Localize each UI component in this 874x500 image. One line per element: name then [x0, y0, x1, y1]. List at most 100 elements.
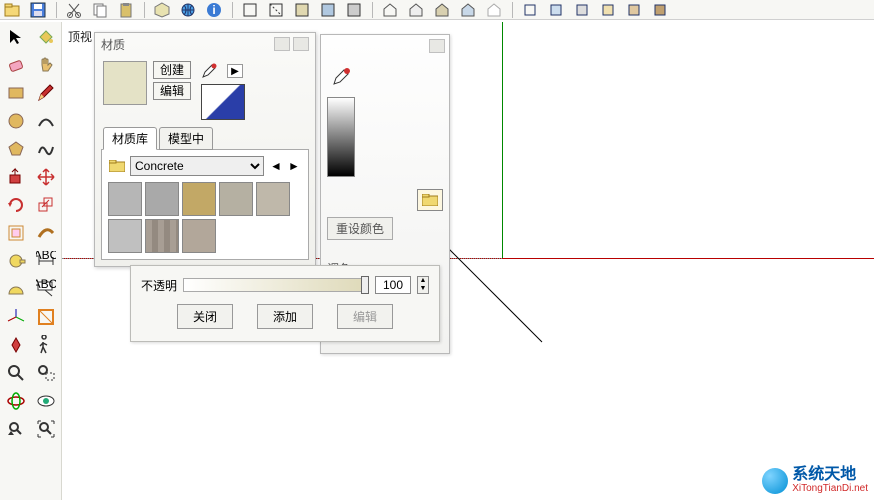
minimize-icon[interactable] — [274, 37, 290, 51]
arc-tool[interactable] — [32, 108, 60, 134]
svg-text:ABC: ABC — [36, 251, 56, 262]
move-tool[interactable] — [32, 164, 60, 190]
style3-icon[interactable] — [432, 1, 454, 19]
previous-tool[interactable] — [2, 416, 30, 442]
circle-tool[interactable] — [2, 108, 30, 134]
tab-library[interactable]: 材质库 — [103, 127, 157, 150]
tab-in-model[interactable]: 模型中 — [159, 127, 213, 150]
swatch-grid — [108, 182, 302, 253]
opacity-spinner[interactable]: ▲▼ — [417, 276, 429, 294]
offset-tool[interactable] — [2, 220, 30, 246]
eyedropper-icon[interactable] — [327, 63, 355, 91]
wire-icon[interactable] — [240, 1, 262, 19]
globe-icon[interactable] — [178, 1, 200, 19]
rectangle-tool[interactable] — [2, 80, 30, 106]
polygon-tool[interactable] — [2, 136, 30, 162]
view-label: 顶视 — [68, 28, 92, 45]
material-edit-card: 不透明 100 ▲▼ 关闭 添加 编辑 — [130, 265, 440, 342]
folder-icon[interactable] — [108, 158, 126, 174]
add-button[interactable]: 添加 — [257, 304, 313, 329]
style1-icon[interactable] — [380, 1, 402, 19]
cube5-icon[interactable] — [624, 1, 646, 19]
watermark-logo-icon — [762, 468, 788, 494]
info-icon[interactable]: i — [204, 1, 226, 19]
orbit-tool[interactable] — [2, 388, 30, 414]
nav-fwd-icon[interactable]: ► — [286, 158, 302, 174]
folder-icon[interactable] — [417, 189, 443, 211]
zoom-window-tool[interactable] — [32, 360, 60, 386]
select-tool[interactable] — [2, 24, 30, 50]
component-icon[interactable] — [152, 1, 174, 19]
freehand-tool[interactable] — [32, 136, 60, 162]
position-camera-tool[interactable] — [2, 332, 30, 358]
edit-button[interactable]: 编辑 — [153, 82, 191, 100]
pencil-tool[interactable] — [32, 80, 60, 106]
text-tool[interactable]: ABC — [32, 276, 60, 302]
reset-color-button[interactable]: 重设颜色 — [327, 217, 393, 240]
protractor-tool[interactable] — [2, 276, 30, 302]
look-tool[interactable] — [32, 388, 60, 414]
side-toolbox: ABC ABC — [0, 22, 62, 500]
swatch[interactable] — [256, 182, 290, 216]
hand-tool[interactable] — [32, 52, 60, 78]
cube1-icon[interactable] — [520, 1, 542, 19]
section-tool[interactable] — [32, 304, 60, 330]
save-icon[interactable] — [28, 1, 50, 19]
cube4-icon[interactable] — [598, 1, 620, 19]
dimension-tool[interactable]: ABC — [32, 248, 60, 274]
close-icon[interactable] — [429, 39, 445, 53]
paintbucket-tool[interactable] — [32, 24, 60, 50]
axes-tool[interactable] — [2, 304, 30, 330]
swatch[interactable] — [182, 219, 216, 253]
current-material-swatch[interactable] — [103, 61, 147, 105]
opacity-slider[interactable] — [183, 278, 369, 292]
cube6-icon[interactable] — [650, 1, 672, 19]
nav-back-icon[interactable]: ◄ — [268, 158, 284, 174]
style4-icon[interactable] — [458, 1, 480, 19]
walk-tool[interactable] — [32, 332, 60, 358]
swatch[interactable] — [145, 219, 179, 253]
scale-tool[interactable] — [32, 192, 60, 218]
mono-icon[interactable] — [344, 1, 366, 19]
cube2-icon[interactable] — [546, 1, 568, 19]
style5-icon[interactable] — [484, 1, 506, 19]
svg-text:ABC: ABC — [36, 279, 56, 291]
swatch[interactable] — [182, 182, 216, 216]
copy-icon[interactable] — [90, 1, 112, 19]
swatch[interactable] — [219, 182, 253, 216]
materials-panel: 材质 创建 编辑 ▶ 材质库 模型中 Concrete — [94, 32, 316, 267]
cut-icon[interactable] — [64, 1, 86, 19]
material-tabs: 材质库 模型中 — [95, 126, 315, 149]
swatch[interactable] — [145, 182, 179, 216]
value-gradient[interactable] — [327, 97, 355, 177]
create-button[interactable]: 创建 — [153, 61, 191, 79]
viewport[interactable]: 顶视 重设颜色 调色 材质 创建 编 — [62, 22, 874, 500]
zoom-tool[interactable] — [2, 360, 30, 386]
panel-title: 材质 — [101, 36, 125, 53]
eyedropper-icon[interactable] — [199, 61, 219, 81]
slider-thumb[interactable] — [361, 276, 369, 294]
tape-tool[interactable] — [2, 248, 30, 274]
shaded-icon[interactable] — [292, 1, 314, 19]
library-select[interactable]: Concrete — [130, 156, 264, 176]
cube3-icon[interactable] — [572, 1, 594, 19]
followme-tool[interactable] — [32, 220, 60, 246]
zoom-extents-tool[interactable] — [32, 416, 60, 442]
rotate-tool[interactable] — [2, 192, 30, 218]
opacity-label: 不透明 — [141, 277, 177, 294]
svg-text:i: i — [212, 3, 215, 17]
close-button[interactable]: 关闭 — [177, 304, 233, 329]
swatch[interactable] — [108, 182, 142, 216]
close-icon[interactable] — [293, 37, 309, 51]
style2-icon[interactable] — [406, 1, 428, 19]
swatch[interactable] — [108, 219, 142, 253]
paste-icon[interactable] — [116, 1, 138, 19]
eraser-tool[interactable] — [2, 52, 30, 78]
hidden-icon[interactable] — [266, 1, 288, 19]
pushpull-tool[interactable] — [2, 164, 30, 190]
open-icon[interactable] — [2, 1, 24, 19]
opacity-value[interactable]: 100 — [375, 276, 411, 294]
watermark: 系统天地 XiTongTianDi.net — [762, 467, 868, 494]
tex-icon[interactable] — [318, 1, 340, 19]
menu-arrow-icon[interactable]: ▶ — [227, 64, 243, 78]
